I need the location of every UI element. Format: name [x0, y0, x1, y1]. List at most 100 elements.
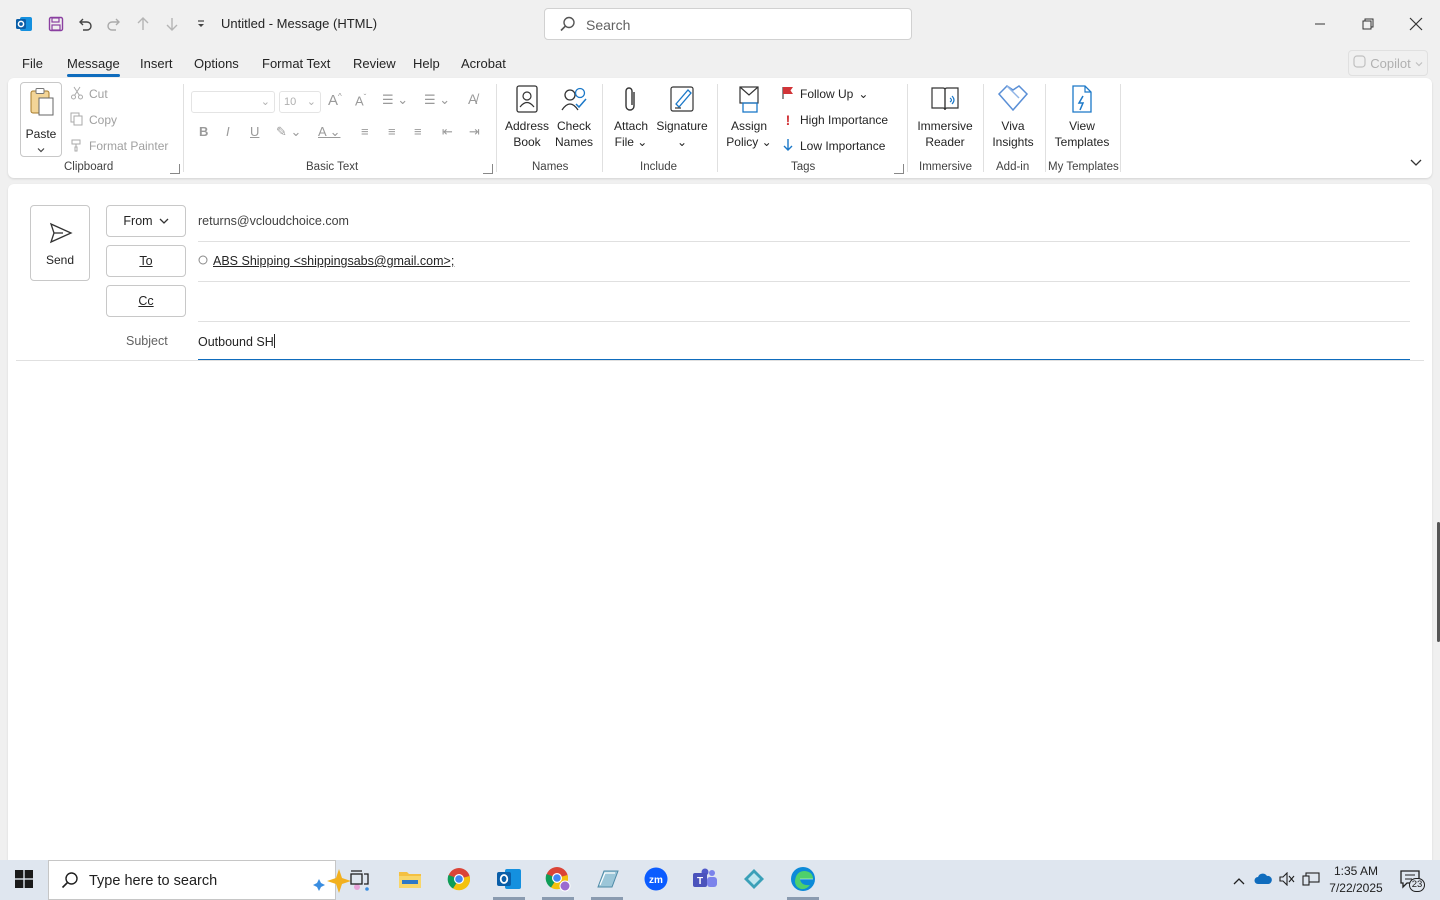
- taskbar-outlook[interactable]: [485, 860, 533, 900]
- to-button[interactable]: To: [106, 245, 186, 277]
- copilot-button[interactable]: Copilot: [1348, 50, 1428, 76]
- immersive-reader-label-1: Immersive: [917, 119, 973, 133]
- low-importance-button[interactable]: Low Importance: [781, 136, 885, 156]
- close-button[interactable]: [1401, 10, 1431, 38]
- viva-insights-button[interactable]: Viva Insights: [988, 84, 1038, 150]
- from-button[interactable]: From: [106, 205, 186, 237]
- message-body[interactable]: [16, 362, 1424, 852]
- cc-input[interactable]: [198, 294, 1410, 314]
- start-button[interactable]: [0, 860, 48, 900]
- taskbar-file-explorer[interactable]: [386, 860, 434, 900]
- taskbar-teams[interactable]: T: [681, 860, 729, 900]
- decrease-indent-icon[interactable]: ⇤: [442, 124, 453, 140]
- tab-insert[interactable]: Insert: [140, 56, 173, 71]
- cc-button[interactable]: Cc: [106, 285, 186, 317]
- align-center-icon[interactable]: ≡: [388, 124, 396, 139]
- copy-icon: [70, 112, 84, 129]
- taskbar-zoom[interactable]: zm: [632, 860, 680, 900]
- clipboard-launcher-icon[interactable]: [170, 164, 180, 174]
- volume-tray-button[interactable]: [1276, 860, 1298, 900]
- minimize-button[interactable]: [1305, 10, 1335, 38]
- from-value[interactable]: returns@vcloudchoice.com: [198, 214, 349, 228]
- to-field[interactable]: ABS Shipping <shippingsabs@gmail.com>;: [198, 254, 454, 268]
- taskbar-chrome-profile[interactable]: [534, 860, 582, 900]
- tab-help[interactable]: Help: [413, 56, 440, 71]
- taskbar-app-window[interactable]: [583, 860, 631, 900]
- undo-icon[interactable]: [73, 12, 97, 36]
- copilot-icon: [1353, 55, 1366, 71]
- tab-format-text[interactable]: Format Text: [262, 56, 330, 71]
- font-name-dropdown[interactable]: ⌄: [191, 91, 275, 113]
- copy-label: Copy: [89, 113, 118, 127]
- underline-icon[interactable]: U: [250, 124, 259, 139]
- clock-time: 1:35 AM: [1333, 864, 1379, 878]
- recipient-chip[interactable]: ABS Shipping <shippingsabs@gmail.com>;: [213, 254, 454, 268]
- align-left-icon[interactable]: ≡: [361, 124, 369, 139]
- high-importance-button[interactable]: ! High Importance: [781, 110, 888, 130]
- attach-file-button[interactable]: Attach File ⌄: [608, 84, 654, 150]
- exclamation-icon: !: [785, 112, 791, 128]
- italic-icon[interactable]: I: [226, 124, 230, 139]
- redo-icon[interactable]: [102, 12, 126, 36]
- taskbar-chrome[interactable]: [435, 860, 483, 900]
- view-templates-label-1: View: [1069, 119, 1095, 133]
- signature-button[interactable]: Signature ⌄: [654, 84, 710, 150]
- tab-message[interactable]: Message: [67, 56, 120, 77]
- onedrive-tray-button[interactable]: [1252, 860, 1274, 900]
- check-names-button[interactable]: Check Names: [550, 84, 598, 150]
- task-view-button[interactable]: [336, 860, 384, 900]
- next-item-icon[interactable]: [160, 12, 184, 36]
- shrink-font-icon[interactable]: Aˇ: [355, 93, 366, 108]
- view-templates-button[interactable]: View Templates: [1050, 84, 1114, 150]
- clear-formatting-icon[interactable]: A̸: [468, 91, 477, 107]
- network-tray-button[interactable]: [1300, 860, 1322, 900]
- network-icon: [1302, 871, 1320, 889]
- copy-button[interactable]: Copy: [70, 110, 117, 130]
- tab-file[interactable]: File: [22, 56, 43, 71]
- title-bar: Untitled - Message (HTML) Search: [0, 0, 1440, 48]
- paste-button[interactable]: Paste: [20, 82, 62, 157]
- taskbar-search-input[interactable]: Type here to search: [48, 860, 369, 900]
- collapse-ribbon-icon[interactable]: [1410, 156, 1422, 170]
- taskbar-app-diamond[interactable]: [730, 860, 778, 900]
- flag-icon: [781, 86, 795, 103]
- previous-item-icon[interactable]: [131, 12, 155, 36]
- format-painter-button[interactable]: Format Painter: [70, 136, 168, 156]
- font-size-dropdown[interactable]: 10 ⌄: [279, 91, 321, 113]
- bullets-icon[interactable]: ☰ ⌄: [382, 92, 408, 108]
- search-input[interactable]: Search: [544, 8, 912, 40]
- from-divider: [198, 241, 1410, 242]
- subject-label: Subject: [126, 334, 168, 348]
- subject-input[interactable]: Outbound SH: [198, 334, 275, 349]
- show-hidden-icons-button[interactable]: [1228, 860, 1250, 900]
- restore-button[interactable]: [1353, 10, 1383, 38]
- grow-font-icon[interactable]: A^: [328, 92, 342, 109]
- group-label-names: Names: [532, 161, 569, 173]
- svg-text:T: T: [697, 876, 703, 887]
- group-label-basic-text: Basic Text: [306, 161, 359, 173]
- customize-qat-icon[interactable]: [189, 12, 213, 36]
- send-button[interactable]: Send: [30, 205, 90, 281]
- align-right-icon[interactable]: ≡: [414, 124, 422, 139]
- ribbon: Paste Cut Copy Format Painter Clipboard …: [8, 78, 1432, 178]
- increase-indent-icon[interactable]: ⇥: [469, 124, 480, 140]
- bold-icon[interactable]: B: [199, 124, 208, 139]
- taskbar-edge[interactable]: [779, 860, 827, 900]
- highlight-icon[interactable]: ✎ ⌄: [276, 124, 301, 140]
- basic-text-launcher-icon[interactable]: [483, 164, 493, 174]
- tab-acrobat[interactable]: Acrobat: [461, 56, 506, 71]
- save-icon[interactable]: [44, 12, 68, 36]
- immersive-reader-button[interactable]: Immersive Reader: [912, 84, 978, 150]
- numbering-icon[interactable]: ☰ ⌄: [424, 92, 450, 108]
- cut-button[interactable]: Cut: [70, 84, 108, 104]
- tags-launcher-icon[interactable]: [894, 164, 904, 174]
- assign-policy-button[interactable]: Assign Policy ⌄: [722, 84, 776, 150]
- notifications-button[interactable]: 23: [1394, 860, 1428, 900]
- tab-options[interactable]: Options: [194, 56, 239, 71]
- font-color-icon[interactable]: A ⌄: [318, 124, 340, 140]
- tab-review[interactable]: Review: [353, 56, 396, 71]
- follow-up-button[interactable]: Follow Up ⌄: [781, 84, 868, 104]
- outlook-app-icon[interactable]: [12, 12, 36, 36]
- address-book-button[interactable]: Address Book: [502, 84, 552, 150]
- clock[interactable]: 1:35 AM 7/22/2025: [1326, 863, 1386, 897]
